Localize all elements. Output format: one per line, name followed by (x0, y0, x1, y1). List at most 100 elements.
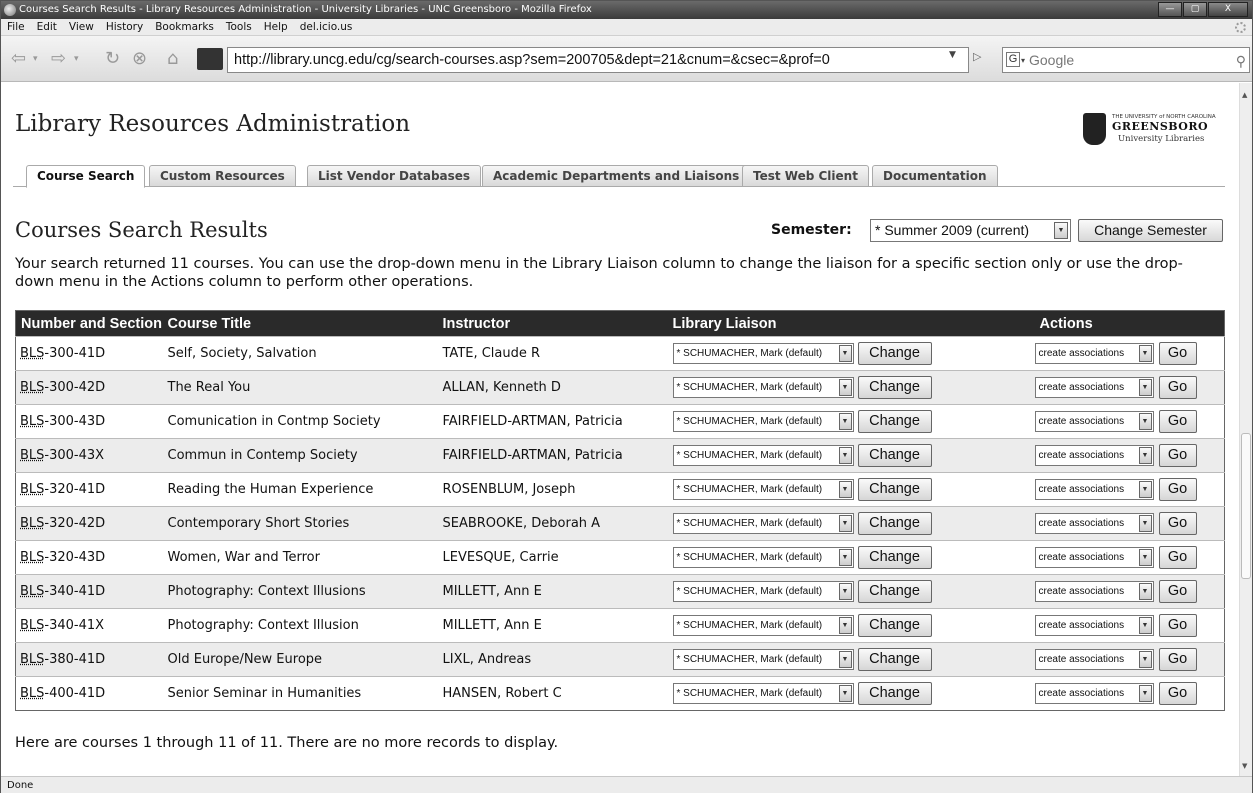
chevron-down-icon[interactable]: ▼ (1138, 481, 1152, 498)
chevron-down-icon[interactable]: ▼ (1138, 651, 1152, 668)
change-liaison-button[interactable]: Change (857, 512, 932, 535)
liaison-select[interactable]: * SCHUMACHER, Mark (default) ▼ (672, 683, 854, 704)
liaison-select[interactable]: * SCHUMACHER, Mark (default) ▼ (672, 547, 854, 568)
engine-dropdown-icon[interactable]: ▾ (1021, 49, 1025, 73)
actions-select[interactable]: create associations ▼ (1034, 411, 1154, 432)
change-liaison-button[interactable]: Change (857, 682, 932, 705)
go-button[interactable]: Go (1158, 444, 1197, 467)
menu-bookmarks[interactable]: Bookmarks (155, 19, 214, 35)
go-button[interactable]: Go (1158, 342, 1197, 365)
liaison-select[interactable]: * SCHUMACHER, Mark (default) ▼ (672, 615, 854, 636)
chevron-down-icon[interactable]: ▼ (838, 549, 852, 566)
subject-link[interactable]: BLS (20, 618, 44, 633)
change-liaison-button[interactable]: Change (857, 580, 932, 603)
chevron-down-icon[interactable]: ▼ (1138, 685, 1152, 702)
chevron-down-icon[interactable]: ▼ (838, 617, 852, 634)
url-bar[interactable]: http://library.uncg.edu/cg/search-course… (227, 47, 969, 73)
stop-icon[interactable]: ⊗ (132, 47, 147, 71)
liaison-select[interactable]: * SCHUMACHER, Mark (default) ▼ (672, 445, 854, 466)
home-icon[interactable]: ⌂ (167, 47, 178, 71)
actions-select[interactable]: create associations ▼ (1034, 479, 1154, 500)
liaison-select[interactable]: * SCHUMACHER, Mark (default) ▼ (672, 581, 854, 602)
tab-list-vendor-databases[interactable]: List Vendor Databases (307, 165, 482, 187)
liaison-select[interactable]: * SCHUMACHER, Mark (default) ▼ (672, 649, 854, 670)
subject-link[interactable]: BLS (20, 346, 44, 361)
go-button[interactable]: Go (1158, 648, 1197, 671)
chevron-down-icon[interactable]: ▼ (838, 413, 852, 430)
chevron-down-icon[interactable]: ▼ (1138, 583, 1152, 600)
actions-select[interactable]: create associations ▼ (1034, 445, 1154, 466)
change-liaison-button[interactable]: Change (857, 648, 932, 671)
chevron-down-icon[interactable]: ▼ (1138, 379, 1152, 396)
back-history-dropdown-icon[interactable]: ▾ (33, 47, 38, 71)
go-button[interactable]: Go (1158, 376, 1197, 399)
change-liaison-button[interactable]: Change (857, 376, 932, 399)
menu-file[interactable]: File (7, 19, 25, 35)
tab-test-web-client[interactable]: Test Web Client (742, 165, 869, 187)
actions-select[interactable]: create associations ▼ (1034, 615, 1154, 636)
minimize-button[interactable]: — (1158, 2, 1182, 17)
go-button[interactable]: Go (1158, 410, 1197, 433)
menu-edit[interactable]: Edit (37, 19, 57, 35)
go-button[interactable]: Go (1158, 512, 1197, 535)
subject-link[interactable]: BLS (20, 448, 44, 463)
back-icon[interactable]: ⇦ (11, 47, 26, 71)
change-liaison-button[interactable]: Change (857, 478, 932, 501)
change-liaison-button[interactable]: Change (857, 614, 932, 637)
actions-select[interactable]: create associations ▼ (1034, 683, 1154, 704)
liaison-select[interactable]: * SCHUMACHER, Mark (default) ▼ (672, 411, 854, 432)
liaison-select[interactable]: * SCHUMACHER, Mark (default) ▼ (672, 343, 854, 364)
actions-select[interactable]: create associations ▼ (1034, 513, 1154, 534)
menu-view[interactable]: View (69, 19, 94, 35)
chevron-down-icon[interactable]: ▼ (1138, 413, 1152, 430)
chevron-down-icon[interactable]: ▼ (838, 515, 852, 532)
subject-link[interactable]: BLS (20, 584, 44, 599)
change-liaison-button[interactable]: Change (857, 342, 932, 365)
liaison-select[interactable]: * SCHUMACHER, Mark (default) ▼ (672, 479, 854, 500)
go-button[interactable]: Go (1158, 546, 1197, 569)
menu-tools[interactable]: Tools (226, 19, 252, 35)
tab-academic-departments[interactable]: Academic Departments and Liaisons (482, 165, 751, 187)
chevron-down-icon[interactable]: ▼ (1138, 345, 1152, 362)
tab-course-search[interactable]: Course Search (26, 165, 146, 188)
url-dropdown-icon[interactable]: ▼ (949, 50, 956, 60)
subject-link[interactable]: BLS (20, 652, 44, 667)
maximize-button[interactable]: ▢ (1183, 2, 1207, 17)
vertical-scrollbar[interactable]: ▲ ▼ (1239, 83, 1252, 776)
go-button[interactable]: Go (1158, 682, 1197, 705)
menu-delicious[interactable]: del.icio.us (300, 19, 353, 35)
chevron-down-icon[interactable]: ▼ (1054, 222, 1068, 239)
chevron-down-icon[interactable]: ▼ (1138, 617, 1152, 634)
actions-select[interactable]: create associations ▼ (1034, 649, 1154, 670)
subject-link[interactable]: BLS (20, 550, 44, 565)
search-icon[interactable]: ⚲ (1236, 49, 1246, 73)
actions-select[interactable]: create associations ▼ (1034, 581, 1154, 602)
go-button[interactable]: Go (1158, 614, 1197, 637)
change-liaison-button[interactable]: Change (857, 410, 932, 433)
subject-link[interactable]: BLS (20, 686, 44, 701)
tab-documentation[interactable]: Documentation (872, 165, 998, 187)
chevron-down-icon[interactable]: ▼ (1138, 515, 1152, 532)
chevron-down-icon[interactable]: ▼ (838, 345, 852, 362)
forward-icon[interactable]: ⇨ (51, 47, 66, 71)
scroll-down-icon[interactable]: ▼ (1242, 762, 1247, 770)
forward-history-dropdown-icon[interactable]: ▾ (74, 47, 79, 71)
chevron-down-icon[interactable]: ▼ (838, 379, 852, 396)
scrollbar-thumb[interactable] (1241, 433, 1251, 579)
subject-link[interactable]: BLS (20, 414, 44, 429)
scroll-up-icon[interactable]: ▲ (1242, 91, 1247, 99)
reload-icon[interactable]: ↻ (105, 47, 120, 71)
menu-history[interactable]: History (106, 19, 143, 35)
chevron-down-icon[interactable]: ▼ (838, 651, 852, 668)
search-bar[interactable]: G ▾ Google ⚲ (1002, 47, 1250, 73)
chevron-down-icon[interactable]: ▼ (838, 583, 852, 600)
change-liaison-button[interactable]: Change (857, 444, 932, 467)
chevron-down-icon[interactable]: ▼ (838, 447, 852, 464)
change-semester-button[interactable]: Change Semester (1078, 219, 1223, 242)
actions-select[interactable]: create associations ▼ (1034, 377, 1154, 398)
subject-link[interactable]: BLS (20, 482, 44, 497)
liaison-select[interactable]: * SCHUMACHER, Mark (default) ▼ (672, 377, 854, 398)
semester-select[interactable]: * Summer 2009 (current) ▼ (870, 219, 1071, 242)
liaison-select[interactable]: * SCHUMACHER, Mark (default) ▼ (672, 513, 854, 534)
go-button[interactable]: Go (1158, 580, 1197, 603)
